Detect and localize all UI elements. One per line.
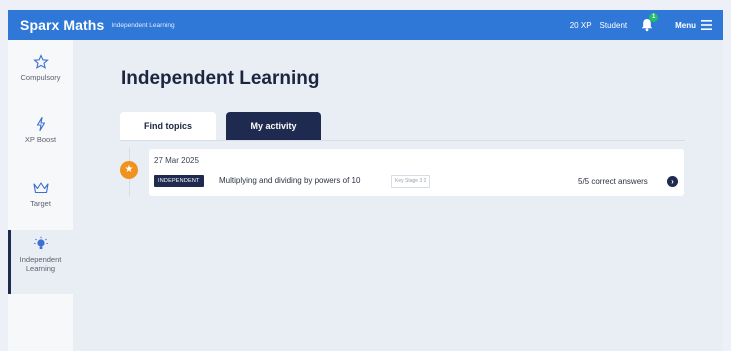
menu-button-label[interactable]: Menu: [675, 21, 696, 30]
xp-counter: 20 XP: [569, 20, 592, 30]
user-name[interactable]: Student: [600, 21, 628, 30]
activity-topic: Multiplying and dividing by powers of 10: [219, 176, 361, 185]
sidebar-item-label: XP Boost: [24, 135, 57, 144]
activity-item[interactable]: 27 Mar 2025 INDEPENDENT Multiplying and …: [149, 149, 684, 196]
brand-subtitle: Independent Learning: [111, 21, 175, 29]
lightning-icon: [36, 116, 45, 132]
sidebar-item-xp-boost[interactable]: XP Boost: [8, 116, 73, 144]
correct-answers-text: 5/5 correct answers: [578, 177, 648, 186]
crown-icon: [32, 182, 49, 194]
lightbulb-icon: [33, 236, 48, 249]
independent-badge: INDEPENDENT: [154, 175, 204, 187]
star-badge-icon: ★: [120, 161, 138, 179]
tab-bar: Find topics My activity: [120, 112, 321, 140]
sidebar-item-label: Independent: [19, 255, 62, 264]
key-stage-tag: Key Stage 3 2: [391, 175, 431, 188]
star-outline-icon: [32, 54, 49, 69]
tab-find-topics[interactable]: Find topics: [120, 112, 216, 140]
activity-date: 27 Mar 2025: [154, 156, 199, 165]
sidebar-item-target[interactable]: Target: [8, 180, 73, 208]
page-title: Independent Learning: [121, 68, 320, 89]
sidebar-item-label: Compulsory: [20, 73, 61, 82]
notification-badge: 1: [649, 13, 659, 22]
sidebar: Compulsory XP Boost Target Independent L…: [8, 40, 73, 351]
top-bar-right: 20 XP Student 1 Menu: [569, 13, 723, 33]
tab-divider: [120, 140, 685, 141]
brand-logo[interactable]: Sparx Maths: [20, 17, 104, 33]
sidebar-item-independent-learning[interactable]: Independent Learning: [8, 230, 73, 294]
notifications-button[interactable]: 1: [639, 13, 659, 33]
tab-my-activity[interactable]: My activity: [226, 112, 321, 140]
chevron-right-icon[interactable]: ›: [667, 176, 678, 187]
hamburger-menu-icon[interactable]: [701, 20, 712, 30]
top-bar: Sparx Maths Independent Learning 20 XP S…: [8, 10, 723, 40]
sidebar-item-label: Target: [30, 199, 51, 208]
main-content: Independent Learning Find topics My acti…: [73, 40, 723, 351]
sidebar-item-compulsory[interactable]: Compulsory: [8, 54, 73, 82]
sidebar-item-label: Learning: [25, 264, 56, 273]
